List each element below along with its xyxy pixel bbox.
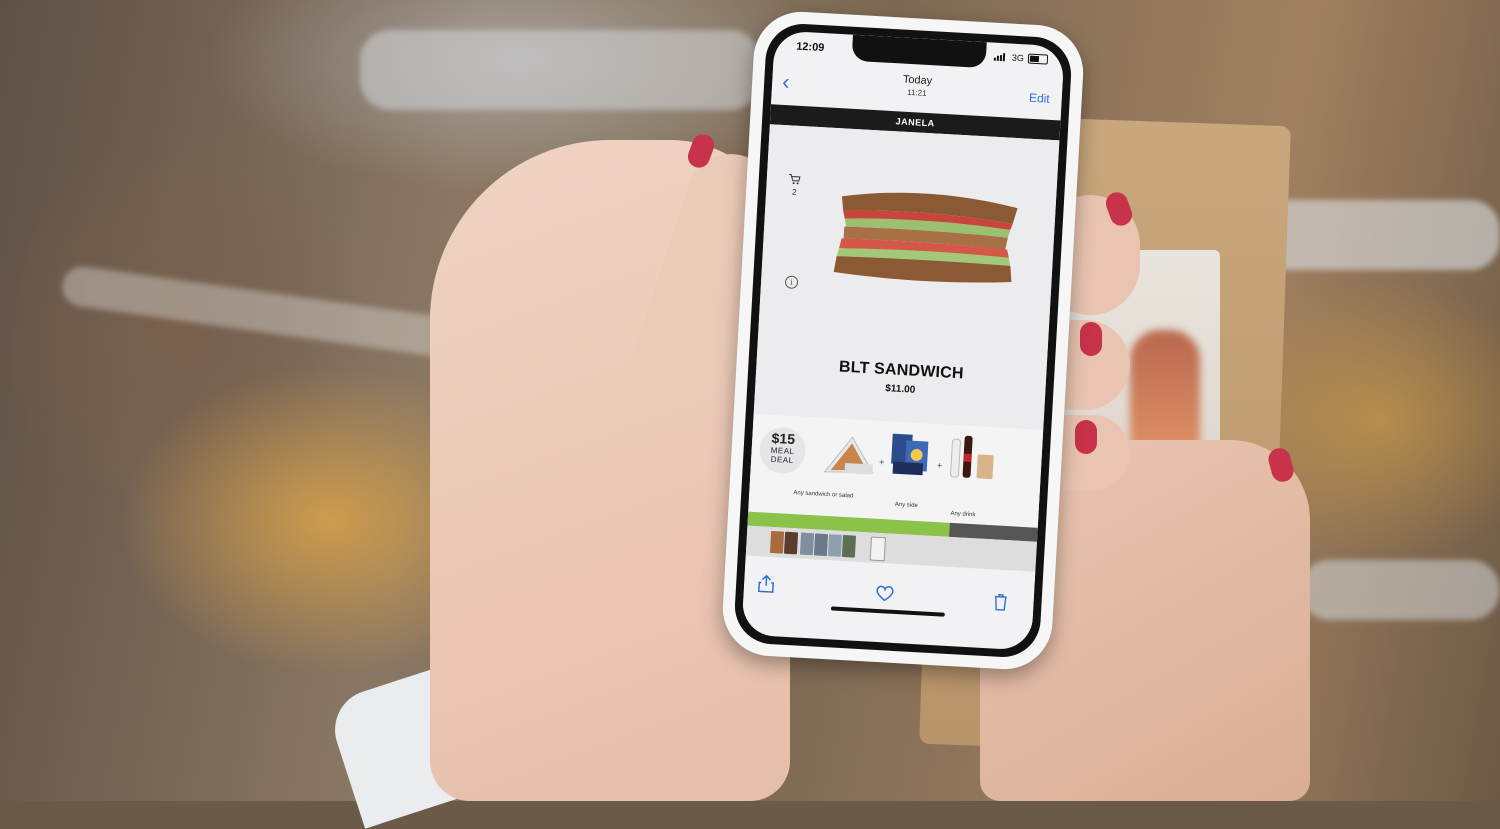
finger-nail [1080, 322, 1102, 356]
sandwich-pack-image [823, 436, 874, 475]
info-icon[interactable]: i [784, 275, 799, 290]
photo-thumbnail[interactable] [813, 533, 829, 557]
cart-count: 2 [791, 187, 797, 197]
phone-screen: 12:09 3G ‹ Today 11:21 Edit JANELA 2 i B… [741, 30, 1065, 651]
photo-thumbnail-selected[interactable] [869, 536, 886, 562]
meal-deal-banner[interactable]: $15 MEAL DEAL + + Any sandwich or salad … [748, 413, 1044, 528]
status-time: 12:09 [795, 40, 825, 55]
meal-deal-badge: $15 MEAL DEAL [758, 426, 807, 475]
photo-thumbnail[interactable] [799, 532, 815, 556]
phone-bezel: 12:09 3G ‹ Today 11:21 Edit JANELA 2 i B… [732, 21, 1074, 660]
plus-sign: + [936, 460, 943, 471]
blurred-shelf [1300, 560, 1500, 620]
photo-thumbnail[interactable] [783, 531, 799, 555]
meal-caption-drink: Any drink [950, 510, 976, 519]
blurred-shelf [1260, 200, 1500, 270]
signal-icon [993, 53, 1008, 62]
trash-icon[interactable] [993, 593, 1008, 616]
status-right: 3G [993, 52, 1049, 65]
drinks-image [950, 435, 994, 480]
photo-thumbnail[interactable] [769, 530, 785, 554]
blurred-shelf [360, 30, 760, 110]
photo-thumbnail[interactable] [827, 534, 843, 557]
home-indicator [830, 606, 945, 617]
edit-button[interactable]: Edit [1029, 91, 1050, 106]
smartphone: 12:09 3G ‹ Today 11:21 Edit JANELA 2 i B… [720, 9, 1086, 672]
network-label: 3G [1011, 52, 1025, 64]
sandwich-photo [833, 192, 1018, 283]
meal-caption-side: Any side [894, 501, 918, 510]
meal-caption-sandwich: Any sandwich or salad [793, 490, 854, 500]
cart-icon[interactable] [788, 173, 801, 188]
plus-sign: + [878, 456, 885, 468]
heart-icon[interactable] [875, 585, 894, 607]
product-content: 2 i BLT SANDWICH $11.00 $15 MEAL DEAL + … [748, 124, 1060, 528]
meal-deal-line2: DEAL [770, 454, 794, 466]
meal-deal-price: $15 [771, 429, 796, 448]
battery-icon [1027, 53, 1049, 65]
crisps-image [891, 433, 929, 476]
finger-nail [1075, 420, 1097, 454]
photo-thumbnail[interactable] [841, 534, 857, 558]
share-icon[interactable] [757, 574, 775, 598]
